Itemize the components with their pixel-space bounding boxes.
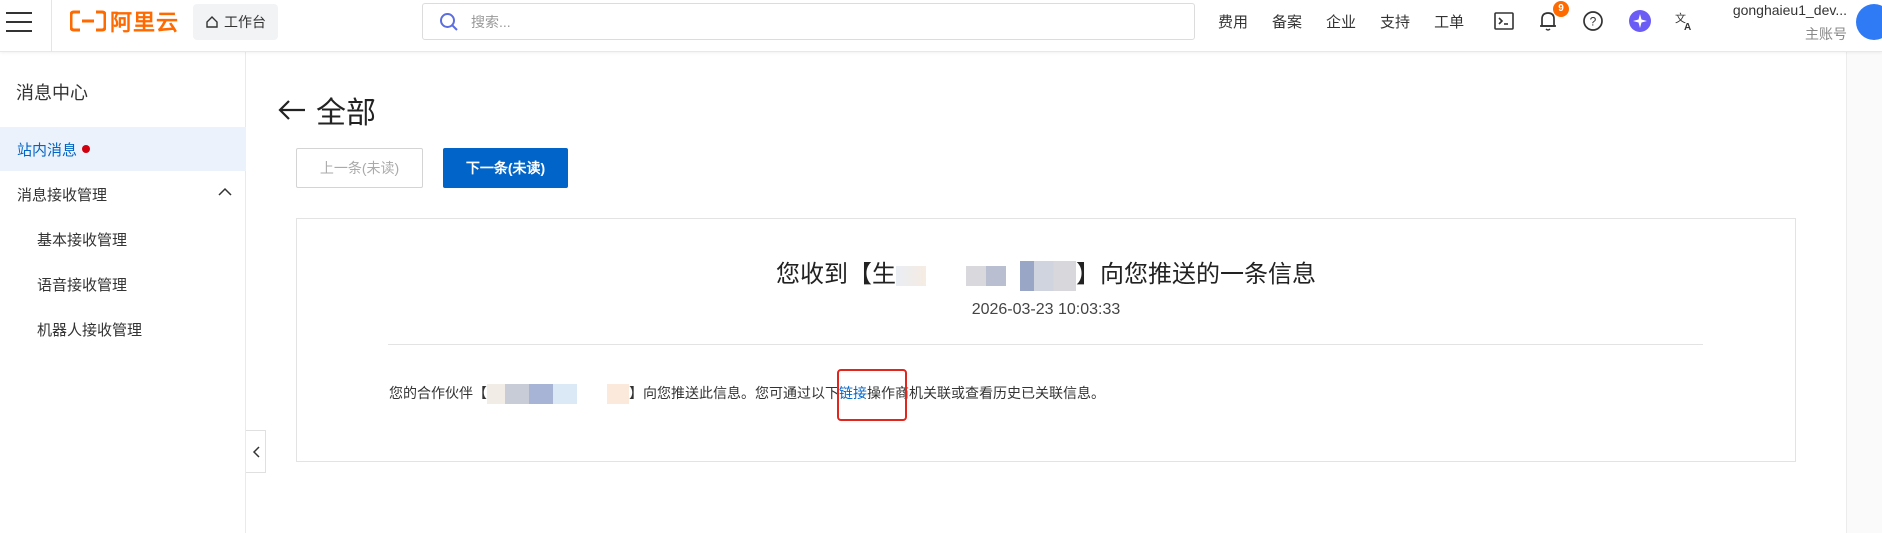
avatar[interactable] — [1856, 4, 1882, 40]
sidebar-item-basic-receive[interactable]: 基本接收管理 — [0, 217, 246, 261]
sidebar-item-voice-receive[interactable]: 语音接收管理 — [0, 262, 246, 306]
redacted-block — [487, 384, 607, 405]
sidebar-item-label: 语音接收管理 — [37, 276, 128, 294]
search-icon — [440, 12, 458, 31]
workbench-label: 工作台 — [224, 14, 266, 30]
prev-unread-button[interactable]: 上一条(未读) — [296, 148, 423, 188]
terminal-icon[interactable] — [1492, 9, 1516, 33]
search-input[interactable] — [471, 13, 1071, 30]
account-name: gonghaieu1_dev... — [1732, 2, 1847, 18]
message-body-mid: 】向您推送此信息。您可通过以下 — [629, 385, 839, 401]
sidebar-item-receive-settings[interactable]: 消息接收管理 — [0, 172, 246, 216]
sidebar: 消息中心 站内消息 消息接收管理 基本接收管理 语音接收管理 机器人接收管理 — [0, 52, 246, 533]
redacted-block — [607, 384, 629, 405]
nav-billing[interactable]: 费用 — [1218, 11, 1248, 32]
sidebar-item-label: 站内消息 — [17, 141, 78, 159]
message-title-suffix: 】向您推送的一条信息 — [1076, 261, 1316, 288]
sidebar-item-label: 基本接收管理 — [37, 231, 128, 249]
divider — [51, 0, 52, 52]
redacted-block — [926, 266, 966, 286]
sidebar-item-label: 消息接收管理 — [17, 186, 108, 204]
sidebar-item-robot-receive[interactable]: 机器人接收管理 — [0, 307, 246, 351]
message-body: 您的合作伙伴【 】向您推送此信息。您可通过以下链接操作商机关联或查看历史已关联信息… — [389, 383, 1105, 405]
next-unread-button[interactable]: 下一条(未读) — [443, 148, 568, 188]
divider — [388, 344, 1703, 345]
page-header: 全部 — [278, 88, 376, 132]
menu-icon[interactable] — [6, 12, 32, 34]
nav-icp-filing[interactable]: 备案 — [1272, 11, 1302, 32]
back-arrow-icon[interactable] — [278, 99, 306, 121]
highlight-annotation — [837, 369, 907, 421]
search-box[interactable] — [422, 3, 1195, 40]
account-role: 主账号 — [1805, 26, 1847, 42]
chevron-up-icon — [218, 187, 232, 196]
aliyun-logo-icon — [70, 10, 106, 32]
message-title-prefix: 您收到【生 — [776, 261, 896, 288]
message-title: 您收到【生 】向您推送的一条信息 — [297, 254, 1795, 291]
redacted-block — [1006, 266, 1020, 286]
sidebar-item-label: 机器人接收管理 — [37, 321, 143, 339]
workbench-button[interactable]: 工作台 — [193, 4, 278, 40]
right-side-strip — [1846, 52, 1882, 533]
sidebar-title: 消息中心 — [16, 83, 88, 103]
language-icon[interactable]: 文A — [1673, 9, 1697, 33]
sidebar-collapse-button[interactable] — [246, 430, 266, 473]
chevron-left-icon — [252, 445, 260, 458]
page-title: 全部 — [316, 97, 376, 130]
message-card: 您收到【生 】向您推送的一条信息 2026-03-23 10:03:33 您的合作… — [296, 218, 1796, 462]
redacted-block — [896, 265, 926, 286]
unread-dot — [82, 145, 91, 153]
home-icon — [206, 16, 218, 28]
message-body-prefix: 您的合作伙伴【 — [389, 385, 487, 401]
nav-support[interactable]: 支持 — [1380, 11, 1410, 32]
svg-text:?: ? — [1590, 15, 1597, 29]
nav-ticket[interactable]: 工单 — [1434, 11, 1464, 32]
aliyun-logo[interactable]: 阿里云 — [70, 8, 180, 35]
top-bar: 阿里云 工作台 费用 备案 企业 支持 工单 9 ? 文A gonghaieu1… — [0, 0, 1882, 52]
sidebar-item-inbox[interactable]: 站内消息 — [0, 127, 246, 171]
message-time: 2026-03-23 10:03:33 — [971, 301, 1121, 318]
redacted-block — [966, 265, 1006, 286]
ai-assistant-icon[interactable] — [1628, 9, 1652, 33]
notification-badge: 9 — [1553, 1, 1569, 17]
logo-text: 阿里云 — [110, 10, 180, 35]
nav-enterprise[interactable]: 企业 — [1326, 11, 1356, 32]
top-nav: 费用 备案 企业 支持 工单 — [1218, 11, 1488, 32]
redacted-block — [1020, 260, 1076, 291]
svg-text:A: A — [1684, 22, 1691, 32]
account-info[interactable]: gonghaieu1_dev... 主账号 — [1722, 2, 1847, 44]
help-icon[interactable]: ? — [1581, 9, 1605, 33]
